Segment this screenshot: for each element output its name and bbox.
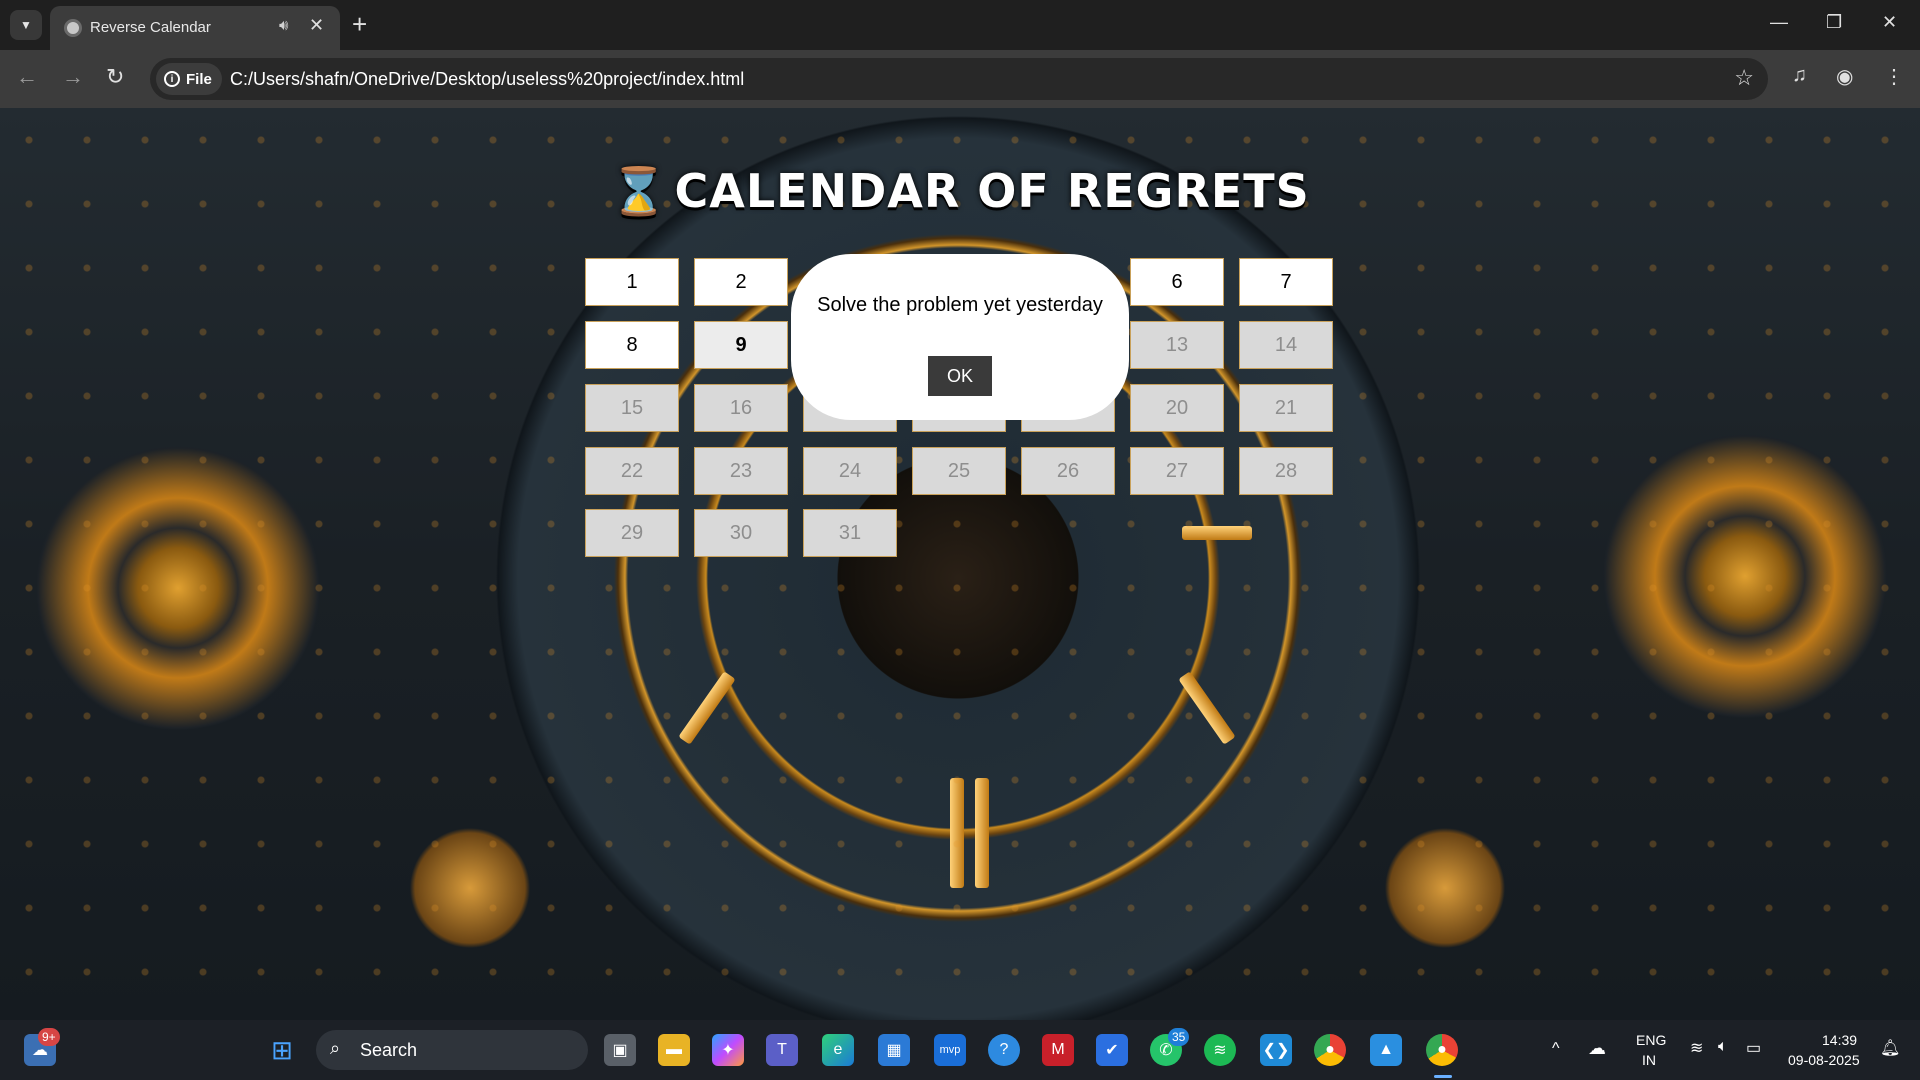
day-cell[interactable]: 16 — [694, 384, 788, 432]
chrome-icon[interactable]: ● — [1314, 1034, 1346, 1066]
hourglass-icon: ⌛ — [610, 164, 669, 218]
microsoft-store-icon[interactable]: ▦ — [878, 1034, 910, 1066]
tray-chevron-icon[interactable]: ^ — [1552, 1040, 1560, 1058]
windows-start-icon[interactable]: ⊞ — [266, 1034, 298, 1066]
browser-toolbar: ← → ↻ i File C:/Users/shafn/OneDrive/Des… — [0, 50, 1920, 108]
day-cell[interactable]: 2 — [694, 258, 788, 306]
page-content: ⌛ CALENDAR OF REGRETS 1 2 6 7 8 9 13 14 1… — [0, 108, 1920, 1020]
day-cell[interactable]: 7 — [1239, 258, 1333, 306]
teams-icon[interactable]: T — [766, 1034, 798, 1066]
menu-kebab-icon[interactable]: ⋮ — [1884, 64, 1904, 89]
close-window-icon[interactable]: ✕ — [1882, 12, 1897, 33]
clock-numeral-decoration — [975, 778, 989, 888]
day-cell[interactable]: 23 — [694, 447, 788, 495]
address-bar[interactable]: i File C:/Users/shafn/OneDrive/Desktop/u… — [150, 58, 1768, 100]
day-cell[interactable]: 29 — [585, 509, 679, 557]
minimize-icon[interactable]: — — [1770, 12, 1788, 33]
media-controls-icon[interactable]: ♫ — [1792, 64, 1807, 87]
onedrive-icon[interactable]: ☁ — [1588, 1038, 1606, 1059]
search-label: Search — [360, 1040, 418, 1060]
day-cell[interactable]: 30 — [694, 509, 788, 557]
tab-title: Reverse Calendar — [90, 19, 211, 36]
back-icon[interactable]: ← — [16, 64, 38, 90]
wifi-icon[interactable]: ≋ — [1690, 1038, 1703, 1058]
whatsapp-badge: 35 — [1168, 1028, 1190, 1046]
bookmark-star-icon[interactable]: ☆ — [1734, 65, 1754, 91]
speaker-icon[interactable]: 🔊︎ — [279, 17, 288, 34]
day-cell[interactable]: 28 — [1239, 447, 1333, 495]
alert-dialog: Solve the problem yet yesterday OK — [791, 254, 1129, 420]
day-cell[interactable]: 26 — [1021, 447, 1115, 495]
spotify-icon[interactable]: ≋ — [1204, 1034, 1236, 1066]
widgets-badge: 9+ — [38, 1028, 60, 1046]
new-tab-button[interactable]: + — [352, 10, 367, 38]
clock-time[interactable]: 14:39 — [1822, 1032, 1857, 1048]
page-title-text: CALENDAR OF REGRETS — [674, 164, 1310, 218]
vscode-icon[interactable]: ❮❯ — [1260, 1034, 1292, 1066]
close-tab-icon[interactable]: ✕ — [309, 15, 324, 36]
tab-reverse-calendar[interactable]: Reverse Calendar 🔊︎ ✕ — [50, 6, 340, 50]
day-cell[interactable]: 1 — [585, 258, 679, 306]
file-explorer-icon[interactable]: ▬ — [658, 1034, 690, 1066]
todo-check-icon[interactable]: ✔ — [1096, 1034, 1128, 1066]
mvp-app-icon[interactable]: mvp — [934, 1034, 966, 1066]
taskbar-search[interactable]: ⌕ Search — [316, 1030, 588, 1070]
day-cell[interactable]: 13 — [1130, 321, 1224, 369]
clock-numeral-decoration — [950, 778, 964, 888]
copilot-icon[interactable]: ✦ — [712, 1034, 744, 1066]
language-indicator[interactable]: ENG — [1636, 1032, 1666, 1048]
day-cell[interactable]: 25 — [912, 447, 1006, 495]
tab-bar: ▼ Reverse Calendar 🔊︎ ✕ + — ❐ ✕ — [0, 0, 1920, 50]
day-cell[interactable]: 22 — [585, 447, 679, 495]
active-app-indicator — [1434, 1075, 1452, 1078]
restore-icon[interactable]: ❐ — [1826, 12, 1842, 33]
task-view-icon[interactable]: ▣ — [604, 1034, 636, 1066]
ok-button[interactable]: OK — [928, 356, 992, 396]
taskbar: ☁ 9+ ⊞ ⌕ Search ▣ ▬ ✦ T e ▦ mvp ? M ✔ ✆ … — [0, 1020, 1920, 1080]
globe-icon — [64, 19, 82, 37]
site-info-chip[interactable]: i File — [156, 63, 222, 95]
battery-icon[interactable]: ▭ — [1746, 1038, 1761, 1058]
day-cell[interactable]: 31 — [803, 509, 897, 557]
url-text[interactable]: C:/Users/shafn/OneDrive/Desktop/useless%… — [230, 69, 744, 90]
photos-icon[interactable]: ▲ — [1370, 1034, 1402, 1066]
day-cell[interactable]: 6 — [1130, 258, 1224, 306]
day-cell[interactable]: 21 — [1239, 384, 1333, 432]
day-cell[interactable]: 14 — [1239, 321, 1333, 369]
day-cell-today[interactable]: 9 — [694, 321, 788, 369]
dialog-message: Solve the problem yet yesterday — [817, 294, 1103, 316]
site-info-label: File — [186, 70, 212, 88]
chrome-active-icon[interactable]: ● — [1426, 1034, 1458, 1066]
profile-icon[interactable]: ◉ — [1836, 64, 1853, 89]
day-cell[interactable]: 27 — [1130, 447, 1224, 495]
mcafee-icon[interactable]: M — [1042, 1034, 1074, 1066]
day-cell[interactable]: 15 — [585, 384, 679, 432]
region-indicator[interactable]: IN — [1642, 1052, 1656, 1068]
page-title: ⌛ CALENDAR OF REGRETS — [0, 164, 1920, 219]
help-icon[interactable]: ? — [988, 1034, 1020, 1066]
day-cell[interactable]: 20 — [1130, 384, 1224, 432]
clock-date[interactable]: 09-08-2025 — [1788, 1052, 1860, 1068]
clock-numeral-decoration — [678, 671, 736, 745]
day-cell[interactable]: 8 — [585, 321, 679, 369]
info-icon: i — [164, 71, 180, 87]
day-cell[interactable]: 24 — [803, 447, 897, 495]
notification-bell-icon[interactable]: 🔔︎ — [1880, 1038, 1900, 1058]
forward-icon[interactable]: → — [62, 64, 84, 90]
tab-search-chevron-icon[interactable]: ▼ — [10, 10, 42, 40]
clock-numeral-decoration — [1182, 526, 1252, 540]
volume-icon[interactable]: 🔈︎ — [1718, 1038, 1728, 1056]
reload-icon[interactable]: ↻ — [106, 64, 124, 90]
search-icon: ⌕ — [330, 1038, 341, 1058]
clock-numeral-decoration — [1178, 671, 1236, 745]
edge-icon[interactable]: e — [822, 1034, 854, 1066]
